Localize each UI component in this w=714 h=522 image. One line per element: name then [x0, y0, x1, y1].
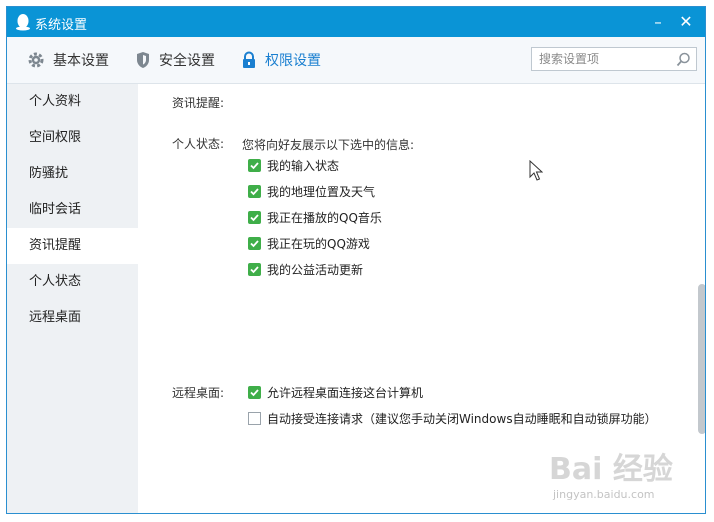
checkbox-input-status[interactable]: 我的输入状态: [248, 156, 339, 174]
tab-permission-settings[interactable]: 权限设置: [241, 50, 321, 70]
checkbox-checked[interactable]: [248, 158, 261, 172]
checkbox-checked[interactable]: [248, 262, 261, 276]
watermark-url: jingyan.baidu.com: [553, 488, 655, 501]
check-icon: [250, 239, 259, 247]
search-icon[interactable]: [676, 52, 691, 67]
checkbox-qq-game[interactable]: 我正在玩的QQ游戏: [248, 234, 370, 252]
check-icon: [250, 388, 259, 396]
mouse-cursor-icon: [529, 160, 543, 181]
checkbox-checked[interactable]: [248, 184, 261, 198]
lock-icon: [243, 51, 255, 68]
scrollbar-thumb[interactable]: [698, 284, 705, 434]
checkbox-checked[interactable]: [248, 210, 261, 224]
tab-label: 基本设置: [53, 53, 109, 69]
shield-icon: [137, 52, 149, 68]
checkbox-label: 我的地理位置及天气: [267, 184, 376, 199]
watermark-text: Bai 经验: [549, 452, 673, 487]
sidebar-item-anti-harassment[interactable]: 防骚扰: [7, 156, 138, 192]
checkbox-label: 自动接受连接请求（建议您手动关闭Windows自动睡眠和自动锁屏功能）: [267, 411, 657, 426]
checkbox-allow-remote[interactable]: 允许远程桌面连接这台计算机: [248, 383, 423, 401]
check-icon: [250, 265, 259, 273]
title-bar[interactable]: 系统设置 – ✕: [7, 7, 705, 37]
settings-tabs: 基本设置 安全设置 权限设置: [7, 37, 705, 84]
news-reminder-label: 资讯提醒:: [172, 96, 225, 110]
sidebar-item-personal-status[interactable]: 个人状态: [7, 264, 138, 300]
checkbox-label: 我的输入状态: [267, 158, 340, 173]
qq-penguin-icon: [16, 14, 30, 31]
checkbox-qq-music[interactable]: 我正在播放的QQ音乐: [248, 208, 382, 226]
personal-status-description: 您将向好友展示以下选中的信息:: [242, 138, 415, 152]
tab-basic-settings[interactable]: 基本设置: [27, 50, 109, 70]
check-icon: [250, 213, 259, 221]
permission-sidebar: 个人资料 空间权限 防骚扰 临时会话 资讯提醒 个人状态 远程桌面: [7, 84, 138, 513]
tab-label: 安全设置: [159, 53, 215, 69]
sidebar-item-profile[interactable]: 个人资料: [7, 84, 138, 120]
checkbox-charity-updates[interactable]: 我的公益活动更新: [248, 260, 363, 278]
check-icon: [250, 187, 259, 195]
window-title: 系统设置: [35, 18, 88, 33]
checkbox-location-weather[interactable]: 我的地理位置及天气: [248, 182, 375, 200]
gear-icon: [28, 52, 44, 68]
search-input[interactable]: [532, 48, 679, 70]
minimize-button[interactable]: –: [647, 11, 669, 33]
settings-search[interactable]: [531, 47, 697, 71]
close-button[interactable]: ✕: [675, 11, 697, 33]
settings-window: 系统设置 – ✕ 基本设置 安全设置 权限设置 搜索设置项 个人资料 空间权限 …: [6, 6, 706, 514]
check-icon: [250, 161, 259, 169]
personal-status-label: 个人状态:: [172, 137, 225, 151]
sidebar-item-news-reminder[interactable]: 资讯提醒: [7, 228, 138, 264]
checkbox-checked[interactable]: [248, 236, 261, 250]
tab-label: 权限设置: [265, 53, 321, 69]
checkbox-label: 允许远程桌面连接这台计算机: [267, 385, 424, 400]
baidu-watermark: Bai 经验 jingyan.baidu.com: [549, 444, 709, 514]
tab-security-settings[interactable]: 安全设置: [135, 50, 215, 70]
checkbox-auto-accept[interactable]: 自动接受连接请求（建议您手动关闭Windows自动睡眠和自动锁屏功能）: [248, 409, 657, 427]
checkbox-label: 我正在播放的QQ音乐: [267, 210, 382, 225]
sidebar-item-remote-desktop[interactable]: 远程桌面: [7, 300, 138, 336]
checkbox-checked[interactable]: [248, 385, 261, 399]
sidebar-item-space-permission[interactable]: 空间权限: [7, 120, 138, 156]
checkbox-unchecked[interactable]: [248, 411, 261, 425]
checkbox-label: 我的公益活动更新: [267, 262, 364, 277]
sidebar-item-temp-session[interactable]: 临时会话: [7, 192, 138, 228]
remote-desktop-label: 远程桌面:: [172, 386, 225, 400]
checkbox-label: 我正在玩的QQ游戏: [267, 236, 370, 251]
